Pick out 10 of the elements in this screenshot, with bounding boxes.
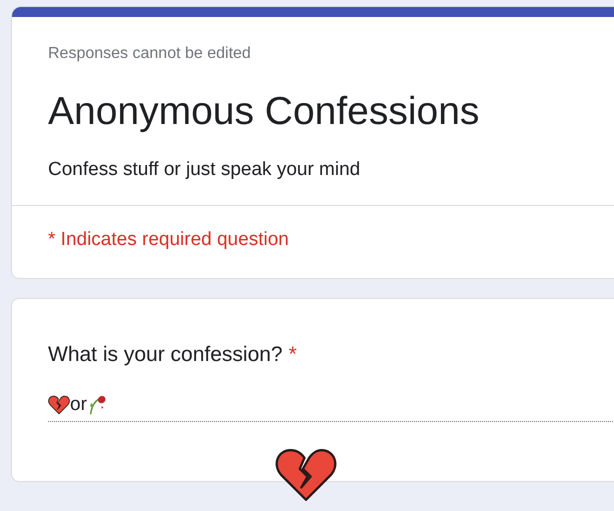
broken-heart-icon xyxy=(48,394,70,415)
notice-text: Responses cannot be edited xyxy=(48,44,252,64)
required-mark: * xyxy=(288,342,297,368)
form-description: Confess stuff or just speak your mind xyxy=(48,158,362,182)
form-title: Anonymous Confessions xyxy=(48,89,480,135)
required-note: * Indicates required question xyxy=(48,228,290,252)
question-text: What is your confession? xyxy=(48,342,283,368)
broken-heart-icon xyxy=(275,447,337,503)
answer-field[interactable]: or xyxy=(48,390,614,422)
answer-text: or xyxy=(70,392,87,416)
